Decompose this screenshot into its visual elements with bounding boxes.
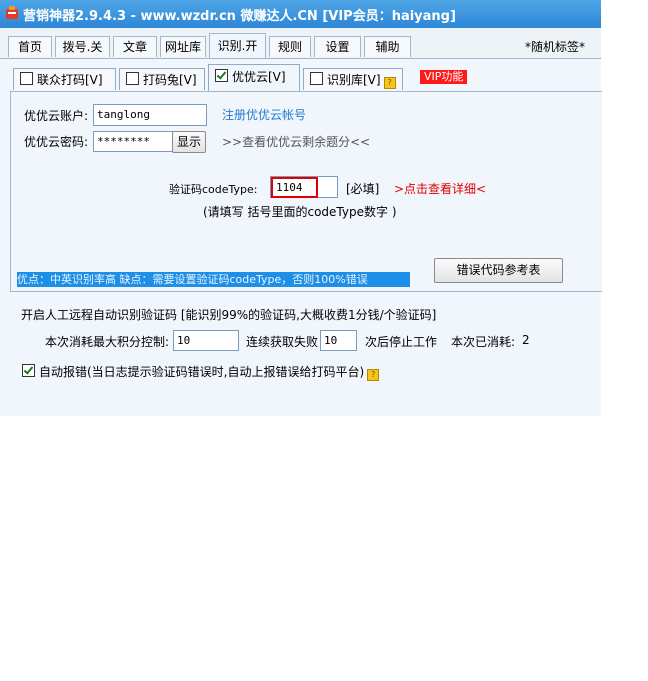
subtab-lianzhong[interactable]: 联众打码[V] [13,68,116,90]
fail-count-label: 连续获取失败 [246,335,319,349]
register-link[interactable]: 注册优优云帐号 [222,106,306,123]
tab-settings[interactable]: 设置 [314,36,361,57]
subtab-youyouyun[interactable]: 优优云[V] [208,64,300,91]
sub-tab-bar: 联众打码[V] 打码兔[V] 优优云[V] 识别库[V]? VIP功能 [0,58,601,92]
manual-heading: 开启人工远程自动识别验证码 [能识别99%的验证码,大概收费1分钱/个验证码] [21,308,437,322]
tab-rules[interactable]: 规则 [269,36,311,57]
show-password-button[interactable]: 显示 [172,131,206,153]
account-label: 优优云账户: [24,109,89,123]
max-points-label: 本次消耗最大积分控制: [45,335,170,349]
fail-count-input[interactable]: 10 [320,330,357,351]
vip-badge: VIP功能 [420,70,468,84]
tab-articles[interactable]: 文章 [113,36,157,57]
title-bar: 营销神器2.9.4.3 - www.wzdr.cn 微赚达人.CN [VIP会员… [0,0,601,28]
app-logo-icon [6,6,18,19]
damatu-checkbox[interactable] [126,72,139,85]
codetype-label: 验证码codeType: [169,183,258,196]
help-icon[interactable]: ? [367,369,380,381]
main-tab-bar: 首页 拨号.关 文章 网址库 识别.开 规则 设置 辅助 *随机标签* [0,28,601,59]
subtab-label: 打码兔[V] [143,73,197,87]
lianzhong-checkbox[interactable] [20,72,33,85]
codetype-detail-link[interactable]: >点击查看详细< [394,180,486,197]
tab-recognition[interactable]: 识别.开 [209,33,266,58]
auto-report-checkbox[interactable] [22,364,35,377]
stop-label: 次后停止工作 [365,335,438,349]
codetype-required: [必填] [346,182,380,196]
subtab-label: 联众打码[V] [37,73,103,87]
error-code-reference-button[interactable]: 错误代码参考表 [434,258,563,283]
subtab-label: 识别库[V] [327,73,381,87]
consumed-value: 2 [522,333,530,347]
tab-home[interactable]: 首页 [8,36,52,57]
password-label: 优优云密码: [24,135,89,149]
balance-link[interactable]: >>查看优优云剩余题分<< [222,133,370,150]
subtab-recognition-library[interactable]: 识别库[V]? [303,68,403,90]
tab-assist[interactable]: 辅助 [364,36,411,57]
max-points-input[interactable]: 10 [173,330,239,351]
codetype-input[interactable]: 1104 [271,177,318,198]
subtab-damatu[interactable]: 打码兔[V] [119,68,205,90]
help-icon[interactable]: ? [383,77,396,89]
account-input[interactable]: tanglong [93,104,207,126]
subtab-label: 优优云[V] [232,70,286,84]
password-input[interactable]: ******** [93,131,173,152]
random-tag[interactable]: *随机标签* [525,38,585,55]
consumed-label: 本次已消耗: [451,335,516,349]
auto-report-row[interactable]: 自动报错(当日志提示验证码错误时,自动上报错误给打码平台)? [16,363,380,381]
app-window: 营销神器2.9.4.3 - www.wzdr.cn 微赚达人.CN [VIP会员… [0,0,602,416]
recognition-library-checkbox[interactable] [310,72,323,85]
auto-report-label: 自动报错(当日志提示验证码错误时,自动上报错误给打码平台) [39,365,365,379]
window-title: 营销神器2.9.4.3 - www.wzdr.cn 微赚达人.CN [VIP会员… [23,9,456,24]
codetype-hint: (请填写 括号里面的codeType数字 ) [203,205,397,219]
pros-cons-banner: 优点：中英识别率高 缺点：需要设置验证码codeType，否则100%错误 [17,272,410,287]
tab-dialup[interactable]: 拨号.关 [55,36,110,57]
tab-url-library[interactable]: 网址库 [160,36,206,57]
youyouyun-checkbox[interactable] [215,69,228,82]
